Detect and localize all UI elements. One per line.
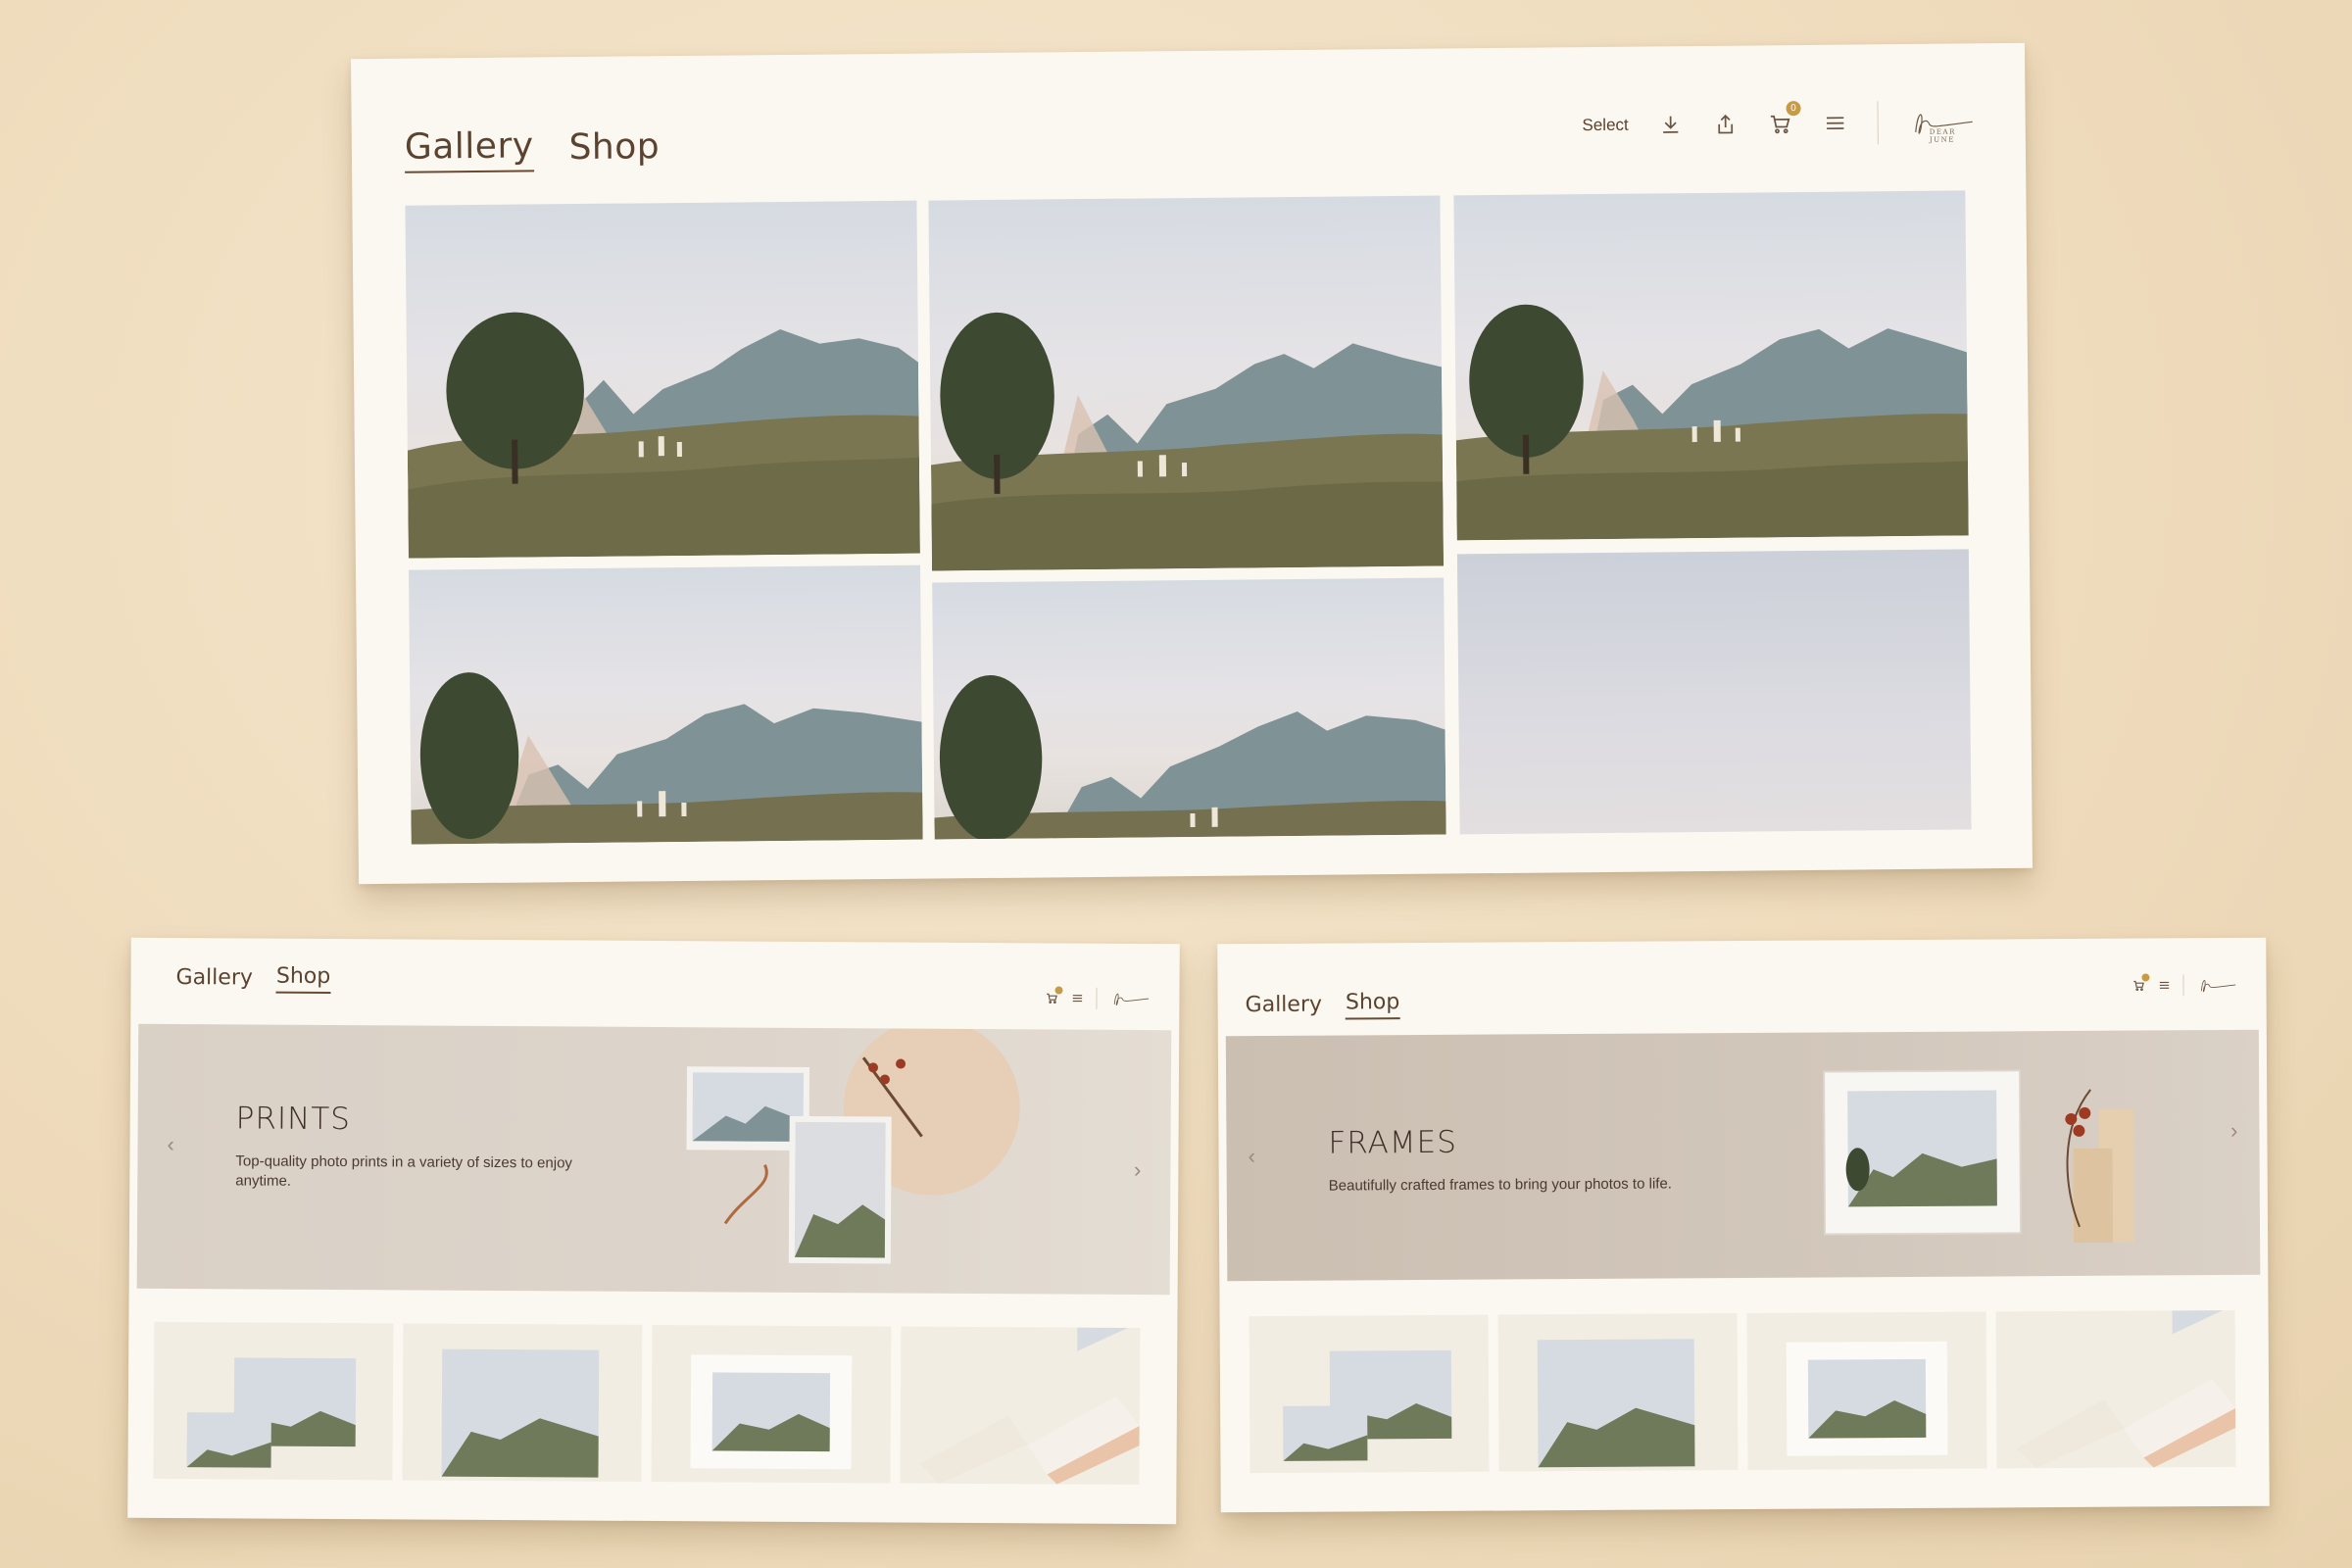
gallery-photo-4[interactable] xyxy=(409,564,923,845)
frames-nav: Gallery Shop xyxy=(1246,990,1400,1020)
prints-toolbar xyxy=(1045,986,1152,1010)
frames-product-row xyxy=(1249,1309,2236,1474)
hero-prev-arrow[interactable]: ‹ xyxy=(167,1132,173,1157)
studio-logo[interactable] xyxy=(1108,987,1152,1010)
toolbar-divider xyxy=(1877,101,1879,145)
mountain-landscape-image xyxy=(1455,304,1969,541)
cart-badge xyxy=(1054,986,1063,995)
shop-prints-window: Gallery Shop ‹ › PRINTS Top-quality phot… xyxy=(127,937,1180,1525)
menu-icon[interactable] xyxy=(1823,111,1848,136)
logo-text: DEAR JUNE xyxy=(1929,127,1956,144)
download-icon[interactable] xyxy=(1658,112,1684,137)
product-tile-matted-print[interactable] xyxy=(1746,1311,1987,1470)
tab-gallery[interactable]: Gallery xyxy=(404,125,534,173)
gallery-toolbar: Select 0 DEAR JUNE xyxy=(1582,92,1977,155)
toolbar-divider xyxy=(2182,974,2184,997)
cart-badge xyxy=(2141,973,2150,982)
prints-nav: Gallery Shop xyxy=(175,963,331,994)
mountain-landscape-image xyxy=(407,312,920,559)
main-nav: Gallery Shop xyxy=(404,124,696,173)
gallery-photo-1[interactable] xyxy=(405,200,920,559)
gallery-photo-5[interactable] xyxy=(932,577,1446,840)
hero-title: FRAMES xyxy=(1328,1124,1457,1161)
shop-frames-window: Gallery Shop ‹ › FRAMES Beautifully craf… xyxy=(1217,937,2270,1513)
tab-shop[interactable]: Shop xyxy=(275,963,331,994)
hero-prev-arrow[interactable]: ‹ xyxy=(1248,1144,1254,1169)
product-tile-photo-set[interactable] xyxy=(1249,1314,1490,1474)
tab-gallery[interactable]: Gallery xyxy=(175,965,253,993)
prints-hero-image xyxy=(686,1027,1020,1264)
mountain-landscape-image xyxy=(411,672,923,845)
select-button[interactable]: Select xyxy=(1582,116,1628,135)
share-icon[interactable] xyxy=(1713,112,1739,137)
toolbar-divider xyxy=(1096,987,1098,1009)
menu-icon[interactable] xyxy=(1070,992,1084,1005)
tab-shop[interactable]: Shop xyxy=(568,126,660,172)
hero-title: PRINTS xyxy=(235,1101,351,1138)
prints-product-row xyxy=(153,1321,1141,1486)
gallery-photo-3[interactable] xyxy=(1453,190,1969,541)
product-tile-album[interactable] xyxy=(900,1326,1141,1486)
menu-icon[interactable] xyxy=(2157,978,2171,992)
cart-count-badge: 0 xyxy=(1786,101,1801,117)
frames-hero-image xyxy=(1823,1069,2135,1243)
frames-hero-banner: ‹ › FRAMES Beautifully crafted frames to… xyxy=(1225,1029,2261,1282)
frames-toolbar xyxy=(2132,973,2238,998)
mountain-landscape-image xyxy=(934,674,1446,840)
cart-icon[interactable]: 0 xyxy=(1768,101,1801,136)
product-tile-matted-print[interactable] xyxy=(651,1324,892,1484)
hero-description: Beautifully crafted frames to bring your… xyxy=(1328,1175,1672,1195)
cart-icon[interactable] xyxy=(1045,986,1063,1004)
product-tile-single-print[interactable] xyxy=(1497,1313,1739,1472)
studio-logo[interactable] xyxy=(2195,973,2238,997)
gallery-window: Gallery Shop Select 0 DEAR JUNE xyxy=(350,42,2034,885)
studio-logo[interactable]: DEAR JUNE xyxy=(1908,102,1977,144)
tab-gallery[interactable]: Gallery xyxy=(1246,993,1323,1020)
mountain-landscape-image xyxy=(931,312,1445,571)
hero-description: Top-quality photo prints in a variety of… xyxy=(235,1152,572,1190)
product-tile-photo-set[interactable] xyxy=(153,1321,394,1481)
cart-icon[interactable] xyxy=(2132,973,2150,992)
product-tile-single-print[interactable] xyxy=(402,1323,643,1482)
prints-hero-banner: ‹ › PRINTS Top-quality photo prints in a… xyxy=(136,1023,1172,1296)
tab-shop[interactable]: Shop xyxy=(1345,990,1400,1020)
product-tile-album[interactable] xyxy=(1995,1309,2236,1469)
gallery-photo-6[interactable] xyxy=(1456,549,1972,835)
gallery-photo-2[interactable] xyxy=(928,195,1445,571)
